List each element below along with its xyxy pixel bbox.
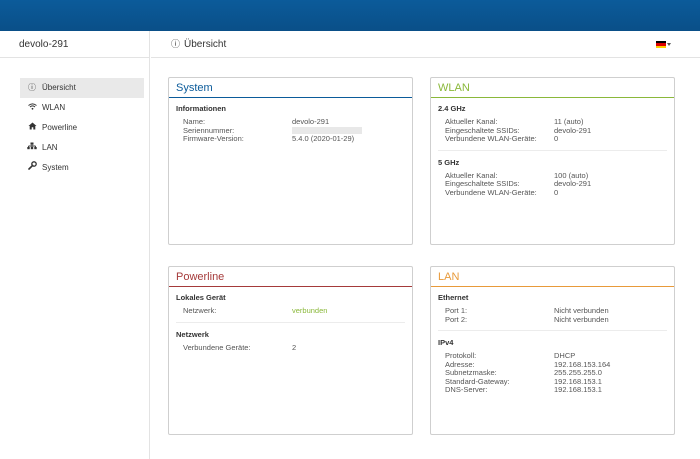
wrench-icon: [27, 158, 37, 178]
content-header: ⓘ Übersicht: [151, 31, 700, 58]
sidebar-item-system[interactable]: System: [20, 158, 144, 178]
lan-card: LAN Ethernet Port 1: Nicht verbunden Por…: [430, 266, 675, 435]
sidebar-item-label: System: [42, 163, 69, 172]
sidebar-item-label: Powerline: [42, 123, 78, 132]
info-row: Verbundene WLAN-Geräte: 0: [445, 187, 559, 197]
divider: [438, 330, 667, 331]
network-icon: [27, 138, 37, 158]
info-icon: ⓘ: [171, 39, 181, 49]
sidebar-item-uebersicht[interactable]: ⓘ Übersicht: [20, 78, 144, 98]
divider: [176, 321, 405, 323]
powerline-card-title: Powerline: [169, 267, 412, 287]
section-title: 5 GHz: [438, 157, 460, 167]
sidebar: devolo-291 ⓘ Übersicht WLAN Powerline LA…: [0, 31, 150, 459]
section-title: Ethernet: [438, 293, 469, 302]
info-row: Verbundene Geräte: 2: [183, 342, 297, 352]
system-card-title: System: [169, 78, 412, 98]
sidebar-item-powerline[interactable]: Powerline: [20, 118, 144, 138]
info-row: Firmware-Version: 5.4.0 (2020-01-29): [183, 134, 355, 143]
wlan-card-title: WLAN: [431, 78, 674, 98]
top-bar: [0, 0, 700, 31]
status-value: verbunden: [292, 306, 328, 315]
info-row: Port 1: Nicht verbunden: [445, 306, 609, 315]
lan-card-title: LAN: [431, 267, 674, 287]
sidebar-item-lan[interactable]: LAN: [20, 138, 144, 158]
flag-de-icon[interactable]: [656, 41, 666, 48]
page-title: ⓘ Übersicht: [171, 39, 227, 50]
divider: [438, 149, 667, 151]
chevron-down-icon[interactable]: [667, 43, 671, 46]
sidebar-nav: ⓘ Übersicht WLAN Powerline LAN System: [20, 78, 144, 178]
info-row: Verbundene WLAN-Geräte: 0: [445, 134, 559, 143]
section-title: 2.4 GHz: [438, 104, 466, 113]
sidebar-item-wlan[interactable]: WLAN: [20, 98, 144, 118]
info-row: DNS-Server: 192.168.153.1: [445, 385, 602, 394]
info-row: Netzwerk: verbunden: [183, 306, 328, 315]
info-row: Port 2: Nicht verbunden: [445, 314, 609, 324]
section-title: IPv4: [438, 338, 454, 347]
device-name: devolo-291: [0, 31, 150, 58]
section-title: Informationen: [176, 104, 226, 113]
section-title: Lokales Gerät: [176, 293, 226, 302]
sidebar-item-label: Übersicht: [42, 83, 76, 92]
info-icon: ⓘ: [28, 83, 36, 92]
wifi-icon: [27, 98, 37, 118]
sidebar-item-label: WLAN: [42, 103, 66, 112]
system-card: System Informationen Name: devolo-291 Se…: [168, 77, 413, 245]
powerline-card: Powerline Lokales Gerät Netzwerk: verbun…: [168, 266, 413, 435]
section-title: Netzwerk: [176, 329, 209, 339]
wlan-card: WLAN 2.4 GHz Aktueller Kanal: 11 (auto) …: [430, 77, 675, 245]
home-icon: [27, 118, 37, 138]
sidebar-item-label: LAN: [42, 143, 58, 152]
